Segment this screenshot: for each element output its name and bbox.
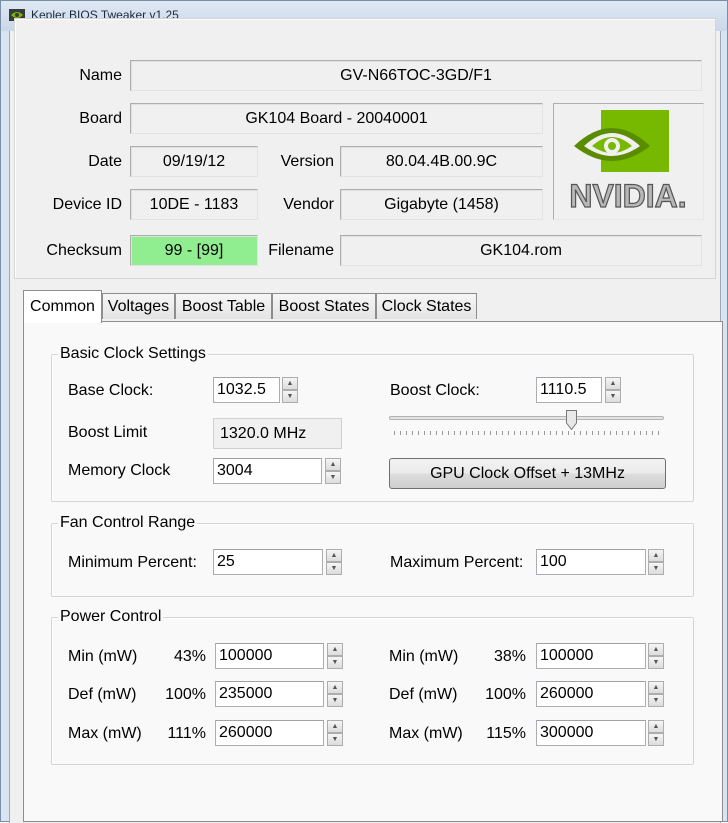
vendor-label: Vendor [283, 196, 334, 213]
spin-down-icon[interactable]: ▼ [326, 562, 342, 575]
power-right-min-pct: 38% [493, 648, 526, 665]
boost-clock-spinner[interactable]: ▲ ▼ [605, 377, 621, 403]
power-right-min-input[interactable]: 100000 [536, 643, 646, 669]
version-label: Version [280, 153, 334, 170]
spin-up-icon[interactable]: ▲ [648, 681, 664, 694]
tab-boost-table[interactable]: Boost Table [175, 293, 272, 319]
spin-up-icon[interactable]: ▲ [648, 720, 664, 733]
date-label: Date [88, 153, 122, 170]
vendor-field: Gigabyte (1458) [340, 189, 543, 220]
date-field: 09/19/12 [130, 146, 258, 177]
power-right-def-input[interactable]: 260000 [536, 681, 646, 707]
spin-down-icon[interactable]: ▼ [648, 733, 664, 746]
power-right-def-pct: 100% [485, 686, 526, 703]
power-left-min-label: Min (mW) [68, 648, 138, 665]
device-id-label: Device ID [52, 196, 122, 213]
power-left-max-pct: 111% [167, 725, 206, 742]
spin-up-icon[interactable]: ▲ [326, 549, 342, 562]
base-clock-label: Base Clock: [68, 382, 154, 399]
spin-up-icon[interactable]: ▲ [327, 720, 343, 733]
board-label: Board [79, 110, 122, 127]
power-left-min-input[interactable]: 100000 [215, 643, 324, 669]
power-right-min-label: Min (mW) [389, 648, 459, 665]
spin-up-icon[interactable]: ▲ [325, 458, 341, 471]
fan-control-title: Fan Control Range [58, 514, 198, 532]
power-left-max-label: Max (mW) [68, 725, 142, 742]
device-id-field: 10DE - 1183 [130, 189, 258, 220]
tab-voltages[interactable]: Voltages [102, 293, 175, 319]
filename-label: Filename [268, 242, 334, 259]
boost-clock-input[interactable]: 1110.5 [536, 377, 602, 403]
spin-up-icon[interactable]: ▲ [282, 377, 298, 390]
spin-down-icon[interactable]: ▼ [325, 471, 341, 484]
nvidia-logo-text: NVIDIA. [569, 178, 686, 214]
boost-limit-label: Boost Limit [68, 424, 148, 441]
board-field: GK104 Board - 20040001 [130, 103, 543, 134]
memory-clock-input[interactable]: 3004 [213, 458, 322, 484]
name-field: GV-N66TOC-3GD/F1 [130, 60, 702, 91]
power-left-min-pct: 43% [173, 648, 206, 665]
power-right-max-pct: 115% [486, 725, 526, 742]
memory-clock-spinner[interactable]: ▲ ▼ [325, 458, 341, 484]
nvidia-eye-logo-icon: NVIDIA. [569, 110, 687, 215]
power-right-max-label: Max (mW) [389, 725, 463, 742]
spin-up-icon[interactable]: ▲ [605, 377, 621, 390]
checksum-label: Checksum [46, 242, 122, 259]
slider-thumb-icon[interactable] [566, 410, 577, 430]
filename-field: GK104.rom [340, 235, 702, 266]
checksum-field: 99 - [99] [130, 235, 258, 266]
spin-up-icon[interactable]: ▲ [648, 643, 664, 656]
power-left-def-input[interactable]: 235000 [215, 681, 324, 707]
base-clock-input[interactable]: 1032.5 [213, 377, 280, 403]
spin-down-icon[interactable]: ▼ [605, 390, 621, 403]
tab-clock-states[interactable]: Clock States [376, 293, 477, 319]
spin-up-icon[interactable]: ▲ [648, 549, 664, 562]
boost-clock-label: Boost Clock: [390, 382, 480, 399]
spin-down-icon[interactable]: ▼ [648, 694, 664, 707]
power-right-def-spinner[interactable]: ▲ ▼ [648, 681, 664, 707]
tab-boost-states[interactable]: Boost States [272, 293, 376, 319]
fan-min-label: Minimum Percent: [68, 554, 197, 571]
power-left-min-spinner[interactable]: ▲ ▼ [327, 643, 343, 669]
power-control-title: Power Control [58, 608, 164, 626]
power-right-max-spinner[interactable]: ▲ ▼ [648, 720, 664, 746]
power-left-def-label: Def (mW) [68, 686, 137, 703]
spin-up-icon[interactable]: ▲ [327, 681, 343, 694]
fan-max-input[interactable]: 100 [536, 549, 646, 575]
version-field: 80.04.4B.00.9C [340, 146, 543, 177]
spin-up-icon[interactable]: ▲ [327, 643, 343, 656]
power-left-def-spinner[interactable]: ▲ ▼ [327, 681, 343, 707]
spin-down-icon[interactable]: ▼ [282, 390, 298, 403]
base-clock-spinner[interactable]: ▲ ▼ [282, 377, 298, 403]
power-right-max-input[interactable]: 300000 [536, 720, 646, 746]
fan-min-input[interactable]: 25 [213, 549, 323, 575]
nvidia-logo: NVIDIA. [553, 103, 704, 220]
fan-max-label: Maximum Percent: [390, 554, 524, 571]
boost-clock-slider-track[interactable] [389, 416, 664, 420]
power-left-def-pct: 100% [165, 686, 206, 703]
fan-min-spinner[interactable]: ▲ ▼ [326, 549, 342, 575]
slider-ticks [394, 431, 662, 435]
spin-down-icon[interactable]: ▼ [327, 733, 343, 746]
basic-clock-title: Basic Clock Settings [58, 345, 208, 363]
boost-limit-field: 1320.0 MHz [213, 418, 342, 449]
spin-down-icon[interactable]: ▼ [327, 656, 343, 669]
power-left-max-spinner[interactable]: ▲ ▼ [327, 720, 343, 746]
power-left-max-input[interactable]: 260000 [215, 720, 324, 746]
spin-down-icon[interactable]: ▼ [327, 694, 343, 707]
name-label: Name [79, 67, 122, 84]
power-right-min-spinner[interactable]: ▲ ▼ [648, 643, 664, 669]
tab-common[interactable]: Common [23, 290, 102, 323]
spin-down-icon[interactable]: ▼ [648, 562, 664, 575]
power-right-def-label: Def (mW) [389, 686, 458, 703]
spin-down-icon[interactable]: ▼ [648, 656, 664, 669]
memory-clock-label: Memory Clock [68, 462, 171, 479]
fan-max-spinner[interactable]: ▲ ▼ [648, 549, 664, 575]
gpu-clock-offset-button[interactable]: GPU Clock Offset + 13MHz [389, 458, 666, 489]
